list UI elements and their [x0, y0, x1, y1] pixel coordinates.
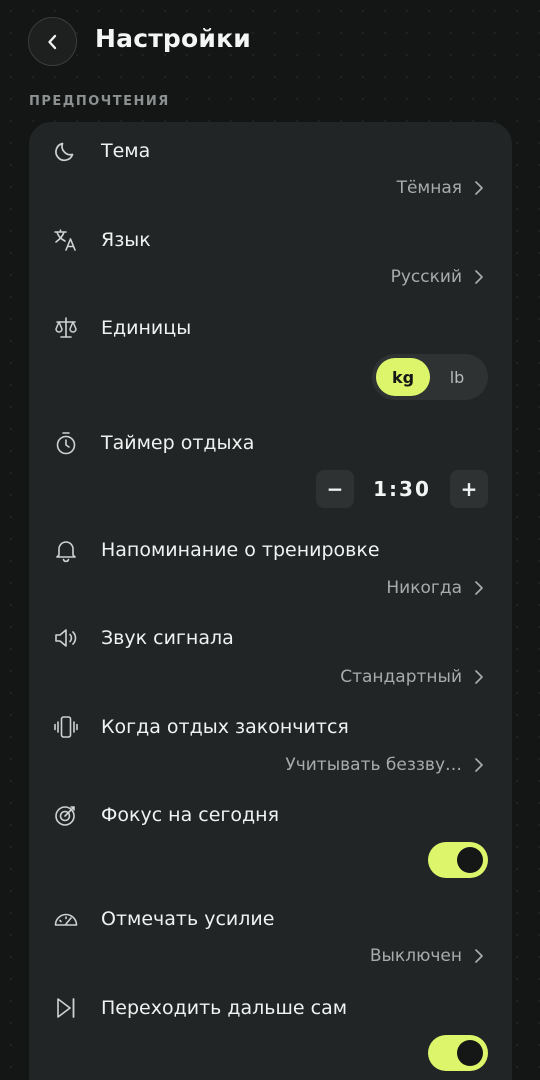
toggle-knob	[457, 1040, 483, 1066]
signal-sound-value[interactable]: Стандартный	[340, 666, 484, 688]
vibrate-icon	[53, 714, 79, 740]
rest-end-value-text: Учитывать беззву…	[285, 755, 462, 775]
signal-sound-value-text: Стандартный	[340, 667, 462, 687]
reminder-value[interactable]: Никогда	[386, 577, 484, 599]
moon-icon	[53, 138, 79, 164]
gauge-icon	[53, 906, 79, 932]
setting-rest-timer: Таймер отдыха − 1:30 +	[29, 430, 512, 520]
toggle-knob	[457, 847, 483, 873]
units-option-lb[interactable]: lb	[430, 358, 484, 396]
focus-today-label: Фокус на сегодня	[101, 804, 280, 826]
rest-timer-stepper: − 1:30 +	[316, 470, 488, 508]
target-icon	[53, 802, 79, 828]
units-segmented-control[interactable]: kg lb	[372, 354, 488, 400]
language-value[interactable]: Русский	[391, 266, 484, 288]
setting-signal-sound[interactable]: Звук сигнала Стандартный	[29, 625, 512, 695]
mark-effort-label: Отмечать усилие	[101, 908, 275, 930]
preferences-card: Тема Тёмная Язык Русский Единицы kg lb Т…	[29, 122, 512, 1080]
units-option-kg[interactable]: kg	[376, 358, 430, 396]
rest-end-value[interactable]: Учитывать беззву…	[285, 754, 484, 776]
decrement-button[interactable]: −	[316, 470, 354, 508]
chevron-right-icon	[474, 669, 484, 685]
scale-icon	[53, 315, 79, 341]
chevron-left-icon	[47, 34, 56, 49]
theme-label: Тема	[101, 140, 151, 162]
translate-icon	[53, 227, 79, 253]
chevron-right-icon	[474, 180, 484, 196]
signal-sound-label: Звук сигнала	[101, 627, 234, 649]
skip-next-icon	[53, 995, 79, 1021]
reminder-value-text: Никогда	[386, 578, 462, 598]
stopwatch-icon	[53, 430, 79, 456]
units-label: Единицы	[101, 317, 192, 339]
setting-theme[interactable]: Тема Тёмная	[29, 138, 512, 208]
speaker-icon	[53, 625, 79, 651]
setting-units: Единицы kg lb	[29, 315, 512, 405]
mark-effort-value-text: Выключен	[369, 946, 462, 966]
mark-effort-value[interactable]: Выключен	[370, 945, 484, 967]
auto-advance-label: Переходить дальше сам	[101, 997, 348, 1019]
chevron-right-icon	[474, 269, 484, 285]
language-value-text: Русский	[390, 267, 462, 287]
setting-auto-advance: Переходить дальше сам	[29, 995, 512, 1075]
auto-advance-toggle[interactable]	[428, 1035, 488, 1071]
setting-focus-today: Фокус на сегодня	[29, 802, 512, 882]
back-button[interactable]	[28, 17, 77, 66]
increment-button[interactable]: +	[450, 470, 488, 508]
chevron-right-icon	[474, 948, 484, 964]
bell-icon	[53, 537, 79, 563]
theme-value[interactable]: Тёмная	[397, 177, 484, 199]
section-title: ПРЕДПОЧТЕНИЯ	[29, 94, 170, 109]
setting-rest-end[interactable]: Когда отдых закончится Учитывать беззву…	[29, 714, 512, 784]
language-label: Язык	[101, 229, 151, 251]
chevron-right-icon	[474, 580, 484, 596]
setting-language[interactable]: Язык Русский	[29, 227, 512, 297]
theme-value-text: Тёмная	[396, 178, 462, 198]
rest-timer-value: 1:30	[373, 477, 431, 501]
setting-reminder[interactable]: Напоминание о тренировке Никогда	[29, 537, 512, 607]
focus-today-toggle[interactable]	[428, 842, 488, 878]
chevron-right-icon	[474, 757, 484, 773]
header: Настройки	[0, 0, 540, 86]
reminder-label: Напоминание о тренировке	[101, 539, 380, 561]
rest-timer-label: Таймер отдыха	[101, 432, 255, 454]
page-title: Настройки	[95, 24, 251, 53]
setting-mark-effort[interactable]: Отмечать усилие Выключен	[29, 906, 512, 976]
rest-end-label: Когда отдых закончится	[101, 716, 349, 738]
